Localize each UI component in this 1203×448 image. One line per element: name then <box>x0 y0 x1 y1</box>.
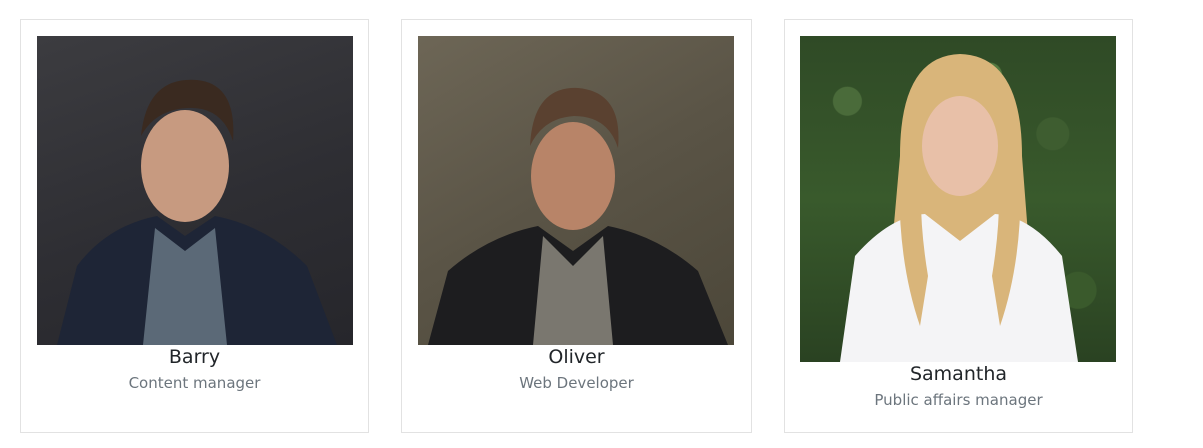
member-role: Web Developer <box>519 374 634 392</box>
member-role: Content manager <box>128 374 261 392</box>
person-silhouette-icon <box>840 54 1078 362</box>
profile-photo <box>800 36 1116 362</box>
member-role: Public affairs manager <box>874 391 1043 409</box>
profile-photo <box>418 36 734 345</box>
member-name: Oliver <box>548 346 605 368</box>
profile-photo <box>37 36 353 345</box>
person-silhouette-icon <box>57 79 337 345</box>
team-card-samantha: Samantha Public affairs manager <box>784 19 1133 433</box>
member-name: Samantha <box>909 363 1008 385</box>
person-silhouette-icon <box>428 87 728 345</box>
member-name: Barry <box>168 346 221 368</box>
team-card-barry: Barry Content manager <box>20 19 369 433</box>
team-card-oliver: Oliver Web Developer <box>401 19 752 433</box>
